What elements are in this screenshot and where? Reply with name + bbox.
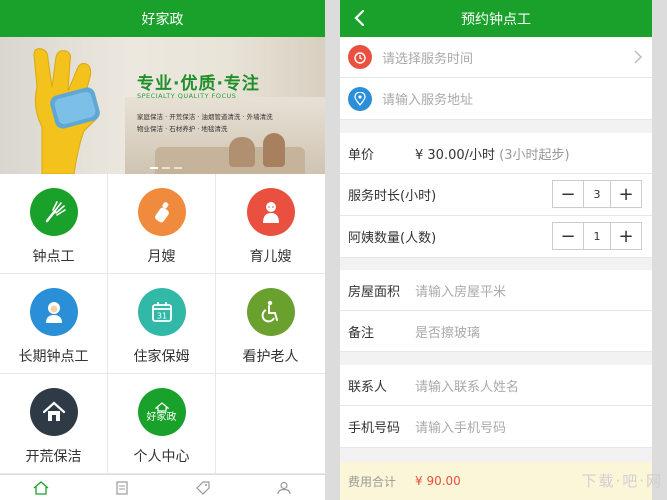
- service-label: 看护老人: [242, 349, 299, 365]
- service-empty-slot: [216, 374, 325, 474]
- svg-text:31: 31: [156, 312, 166, 321]
- baby-icon: [246, 188, 295, 236]
- service-address-field[interactable]: 请输入服务地址: [340, 78, 652, 120]
- brand-logo-icon: 好家政: [137, 388, 186, 436]
- duration-stepper[interactable]: − 3 +: [552, 180, 642, 208]
- house-icon: [29, 388, 78, 436]
- phone-row[interactable]: 手机号码 请输入手机号码: [340, 406, 652, 448]
- tag-icon: [196, 480, 210, 495]
- orders-icon: [116, 480, 128, 495]
- banner-person-illustration: [229, 137, 255, 167]
- duration-label: 服务时长(小时): [348, 189, 437, 204]
- contact-input[interactable]: 请输入联系人姓名: [415, 376, 519, 395]
- carousel-dot[interactable]: [150, 167, 158, 169]
- brand-logo-text: 好家政: [146, 411, 177, 423]
- banner-subline: SPECIALTY QUALITY FOCUS: [137, 92, 237, 100]
- back-arrow-icon[interactable]: [350, 8, 370, 28]
- service-label: 育儿嫂: [249, 249, 292, 265]
- glove-icon: [33, 48, 100, 174]
- alarm-clock-icon: [348, 45, 372, 69]
- service-maternity-nurse[interactable]: 月嫂: [108, 174, 216, 274]
- booking-screen: 预约钟点工 请选择服务时间 请输入服务地址 单价 ¥ 30.00/小时 (3小时…: [340, 0, 652, 500]
- service-time-field[interactable]: 请选择服务时间: [340, 37, 652, 78]
- service-personal-center[interactable]: 好家政 个人中心: [108, 374, 216, 474]
- tab-coupons[interactable]: [163, 475, 244, 500]
- unit-price-amount: ¥ 30.00/小时: [415, 147, 495, 163]
- home-topbar: 好家政: [0, 0, 325, 37]
- duration-decrement-button[interactable]: −: [553, 181, 583, 207]
- remark-label: 备注: [348, 325, 375, 341]
- remark-row[interactable]: 备注 是否擦玻璃: [340, 311, 652, 352]
- duster-icon: [29, 188, 78, 236]
- service-long-term-hourly[interactable]: 长期钟点工: [0, 274, 108, 374]
- total-label: 费用合计: [348, 474, 397, 489]
- banner-headline: 专业·优质·专注: [137, 74, 260, 94]
- unit-price-value: ¥ 30.00/小时 (3小时起步): [415, 144, 570, 163]
- aunt-count-row: 阿姨数量(人数) − 1 +: [340, 216, 652, 258]
- tab-profile[interactable]: [244, 475, 325, 500]
- house-area-input[interactable]: 请输入房屋平米: [415, 281, 506, 300]
- service-live-in-nanny[interactable]: 31 住家保姆: [108, 274, 216, 374]
- service-time-placeholder: 请选择服务时间: [382, 51, 474, 67]
- wheelchair-icon: [246, 288, 295, 336]
- tab-orders[interactable]: [81, 475, 162, 500]
- aunt-count-stepper[interactable]: − 1 +: [552, 222, 642, 250]
- house-area-row[interactable]: 房屋面积 请输入房屋平米: [340, 270, 652, 311]
- booking-title: 预约钟点工: [461, 11, 531, 28]
- unit-price-note: (3小时起步): [499, 147, 570, 163]
- carousel-dots: [150, 167, 182, 169]
- service-label: 钟点工: [32, 249, 75, 265]
- service-hourly-worker[interactable]: 钟点工: [0, 174, 108, 274]
- unit-price-row: 单价 ¥ 30.00/小时 (3小时起步): [340, 133, 652, 174]
- service-post-renovation-cleaning[interactable]: 开荒保洁: [0, 374, 108, 474]
- service-childcare-nanny[interactable]: 育儿嫂: [216, 174, 325, 274]
- duration-increment-button[interactable]: +: [611, 181, 641, 207]
- service-grid: 钟点工 月嫂 育儿嫂 长期钟点工 31 住家保姆 看护老人 开荒保洁 好家政 个…: [0, 174, 325, 474]
- phone-input[interactable]: 请输入手机号码: [415, 417, 506, 436]
- remark-input[interactable]: 是否擦玻璃: [415, 322, 480, 341]
- watermark: 下载·吧·网: [581, 472, 663, 490]
- banner-person-illustration: [263, 133, 285, 167]
- user-icon: [277, 481, 291, 494]
- aunt-count-label: 阿姨数量(人数): [348, 231, 437, 246]
- service-address-placeholder: 请输入服务地址: [382, 93, 474, 108]
- service-label: 住家保姆: [133, 349, 190, 365]
- nanny-icon: [29, 288, 78, 336]
- aunt-count-increment-button[interactable]: +: [611, 223, 641, 249]
- unit-price-label: 单价: [348, 147, 375, 163]
- home-icon: [33, 480, 49, 495]
- carousel-dot[interactable]: [162, 167, 170, 169]
- calendar-icon: 31: [137, 288, 186, 336]
- location-pin-icon: [348, 86, 372, 111]
- tab-home[interactable]: [0, 475, 81, 500]
- aunt-count-decrement-button[interactable]: −: [553, 223, 583, 249]
- banner-description: 家庭保洁 · 开荒保洁 · 油烟管道清洗 · 外墙清洗 物业保洁 · 石材养护 …: [137, 111, 325, 135]
- promo-banner[interactable]: 专业·优质·专注 SPECIALTY QUALITY FOCUS 家庭保洁 · …: [0, 37, 325, 174]
- contact-row[interactable]: 联系人 请输入联系人姓名: [340, 365, 652, 406]
- service-elderly-care[interactable]: 看护老人: [216, 274, 325, 374]
- baby-bottle-icon: [137, 188, 186, 236]
- phone-label: 手机号码: [348, 421, 401, 436]
- house-area-label: 房屋面积: [348, 284, 401, 300]
- service-label: 开荒保洁: [25, 449, 82, 465]
- app-title: 好家政: [141, 11, 184, 28]
- duration-row: 服务时长(小时) − 3 +: [340, 174, 652, 216]
- carousel-dot[interactable]: [174, 167, 182, 169]
- service-label: 长期钟点工: [18, 349, 89, 365]
- chevron-right-icon: [634, 50, 642, 64]
- banner-desc-line: 物业保洁 · 石材养护 · 地毯清洗: [137, 125, 228, 133]
- bottom-tabbar: [0, 474, 325, 500]
- booking-topbar: 预约钟点工: [340, 0, 652, 37]
- service-label: 月嫂: [147, 249, 176, 265]
- duration-value[interactable]: 3: [583, 181, 611, 207]
- home-screen: 好家政 专业·优质·专注 SPECIALTY QUALITY FOCUS 家庭保…: [0, 0, 325, 500]
- aunt-count-value[interactable]: 1: [583, 223, 611, 249]
- contact-label: 联系人: [348, 379, 388, 395]
- banner-desc-line: 家庭保洁 · 开荒保洁 · 油烟管道清洗 · 外墙清洗: [137, 113, 273, 121]
- total-value: ¥ 90.00: [415, 474, 461, 488]
- service-label: 个人中心: [133, 449, 190, 465]
